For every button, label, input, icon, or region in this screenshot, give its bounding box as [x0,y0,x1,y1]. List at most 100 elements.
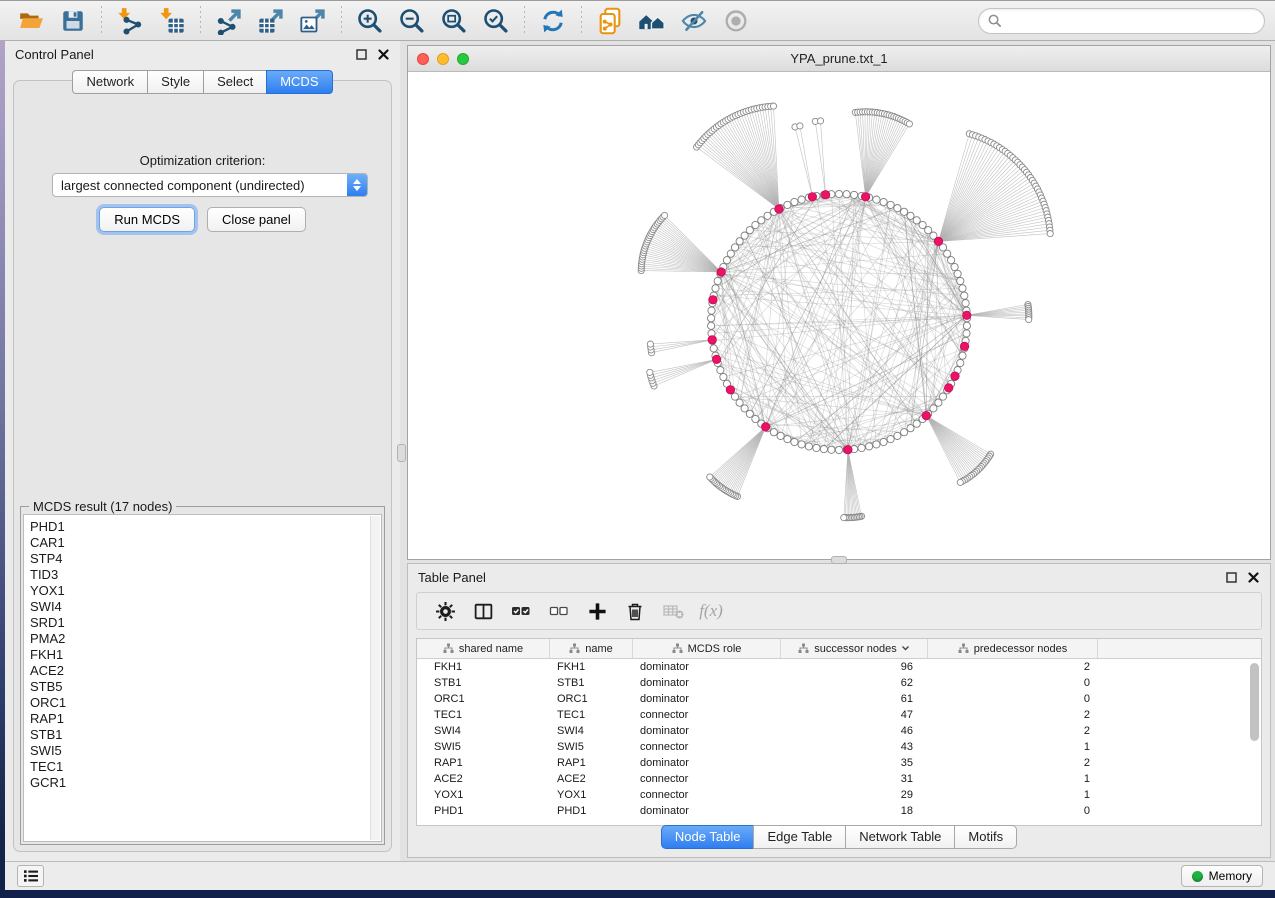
cell-shared_name: ACE2 [417,773,550,785]
hide-annotations-button[interactable] [677,4,711,38]
table-row[interactable]: FKH1FKH1dominator962 [417,659,1261,675]
table-row[interactable]: ORC1ORC1dominator610 [417,691,1261,707]
import-table-button[interactable] [155,4,189,38]
show-annotations-button[interactable] [719,4,753,38]
close-panel-button-2[interactable]: Close panel [207,207,306,232]
result-node-item[interactable]: SWI5 [30,743,381,759]
table-settings-button[interactable] [431,597,459,625]
result-node-item[interactable]: TEC1 [30,759,381,775]
zoom-out-button[interactable] [395,4,429,38]
network-canvas[interactable] [408,72,1270,559]
function-builder-button[interactable]: f(x) [697,597,725,625]
memory-button[interactable]: Memory [1181,865,1263,887]
column-header-predecessor-nodes[interactable]: predecessor nodes [928,639,1098,658]
mcds-hub-node[interactable] [945,384,953,392]
float-table-panel-button[interactable] [1225,571,1238,584]
import-network-button[interactable] [113,4,147,38]
delete-row-button[interactable] [621,597,649,625]
run-mcds-button[interactable]: Run MCDS [99,207,195,232]
mcds-hub-node[interactable] [775,205,783,213]
mcds-hub-node[interactable] [922,411,930,419]
export-network-button[interactable] [212,4,246,38]
result-node-item[interactable]: RAP1 [30,711,381,727]
column-header-successor-nodes[interactable]: successor nodes [781,639,928,658]
table-row[interactable]: RAP1RAP1dominator352 [417,755,1261,771]
mcds-hub-node[interactable] [717,268,725,276]
result-node-item[interactable]: YOX1 [30,583,381,599]
select-all-button[interactable] [507,597,535,625]
result-node-item[interactable]: GCR1 [30,775,381,791]
result-node-item[interactable]: PHD1 [30,519,381,535]
delete-table-button[interactable] [659,597,687,625]
column-header-shared-name[interactable]: shared name [417,639,550,658]
mcds-hub-node[interactable] [934,237,942,245]
tab-motifs[interactable]: Motifs [954,825,1017,849]
mcds-hub-node[interactable] [963,311,971,319]
table-row[interactable]: TEC1TEC1connector472 [417,707,1261,723]
export-image-button[interactable] [296,4,330,38]
search-input[interactable] [1007,13,1256,28]
tab-select[interactable]: Select [203,70,266,94]
mcds-hub-node[interactable] [726,386,734,394]
result-node-item[interactable]: STB1 [30,727,381,743]
table-row[interactable]: SWI4SWI4dominator462 [417,723,1261,739]
mcds-hub-node[interactable] [960,342,968,350]
column-type-icon [569,643,580,654]
result-node-item[interactable]: SRD1 [30,615,381,631]
result-node-item[interactable]: ORC1 [30,695,381,711]
vertical-splitter-grip[interactable] [397,444,406,462]
table-scrollbar-thumb[interactable] [1250,663,1259,741]
list-scrollbar[interactable] [370,516,380,840]
refresh-button[interactable] [536,4,570,38]
tab-network-table[interactable]: Network Table [845,825,954,849]
criterion-select[interactable]: largest connected component (undirected) [52,173,368,197]
result-node-item[interactable]: FKH1 [30,647,381,663]
add-row-button[interactable] [583,597,611,625]
result-node-item[interactable]: PMA2 [30,631,381,647]
houses-button[interactable] [635,4,669,38]
table-scrollbar[interactable] [1248,663,1259,821]
unselect-all-button[interactable] [545,597,573,625]
open-session-button[interactable] [14,4,48,38]
tab-node-table[interactable]: Node Table [661,825,754,849]
table-row[interactable]: PHD1PHD1dominator180 [417,803,1261,819]
zoom-in-button[interactable] [353,4,387,38]
network-graph[interactable] [408,72,1270,559]
result-node-item[interactable]: STP4 [30,551,381,567]
mcds-hub-node[interactable] [821,191,829,199]
table-row[interactable]: STB1STB1dominator620 [417,675,1261,691]
table-row[interactable]: YOX1YOX1connector291 [417,787,1261,803]
export-table-button[interactable] [254,4,288,38]
close-panel-button[interactable] [377,48,390,61]
float-panel-button[interactable] [355,48,368,61]
horizontal-splitter-grip[interactable] [831,556,847,564]
mcds-hub-node[interactable] [861,193,869,201]
mcds-hub-node[interactable] [709,296,717,304]
result-node-item[interactable]: STB5 [30,679,381,695]
copy-network-button[interactable] [593,4,627,38]
task-history-button[interactable] [17,865,44,887]
mcds-hub-node[interactable] [808,193,816,201]
column-header-MCDS-role[interactable]: MCDS role [633,639,781,658]
mcds-hub-node[interactable] [951,372,959,380]
save-session-button[interactable] [56,4,90,38]
tab-network[interactable]: Network [72,70,147,94]
tab-mcds[interactable]: MCDS [266,70,332,94]
result-node-item[interactable]: ACE2 [30,663,381,679]
close-table-panel-button[interactable] [1247,571,1260,584]
zoom-selected-button[interactable] [479,4,513,38]
result-node-item[interactable]: TID3 [30,567,381,583]
mcds-hub-node[interactable] [708,336,716,344]
mcds-hub-node[interactable] [712,355,720,363]
column-header-name[interactable]: name [550,639,633,658]
split-columns-button[interactable] [469,597,497,625]
zoom-fit-button[interactable] [437,4,471,38]
tab-edge-table[interactable]: Edge Table [753,825,845,849]
result-node-item[interactable]: CAR1 [30,535,381,551]
result-node-item[interactable]: SWI4 [30,599,381,615]
tab-style[interactable]: Style [147,70,203,94]
table-row[interactable]: ACE2ACE2connector311 [417,771,1261,787]
table-row[interactable]: SWI5SWI5connector431 [417,739,1261,755]
mcds-hub-node[interactable] [844,446,852,454]
mcds-hub-node[interactable] [761,423,769,431]
